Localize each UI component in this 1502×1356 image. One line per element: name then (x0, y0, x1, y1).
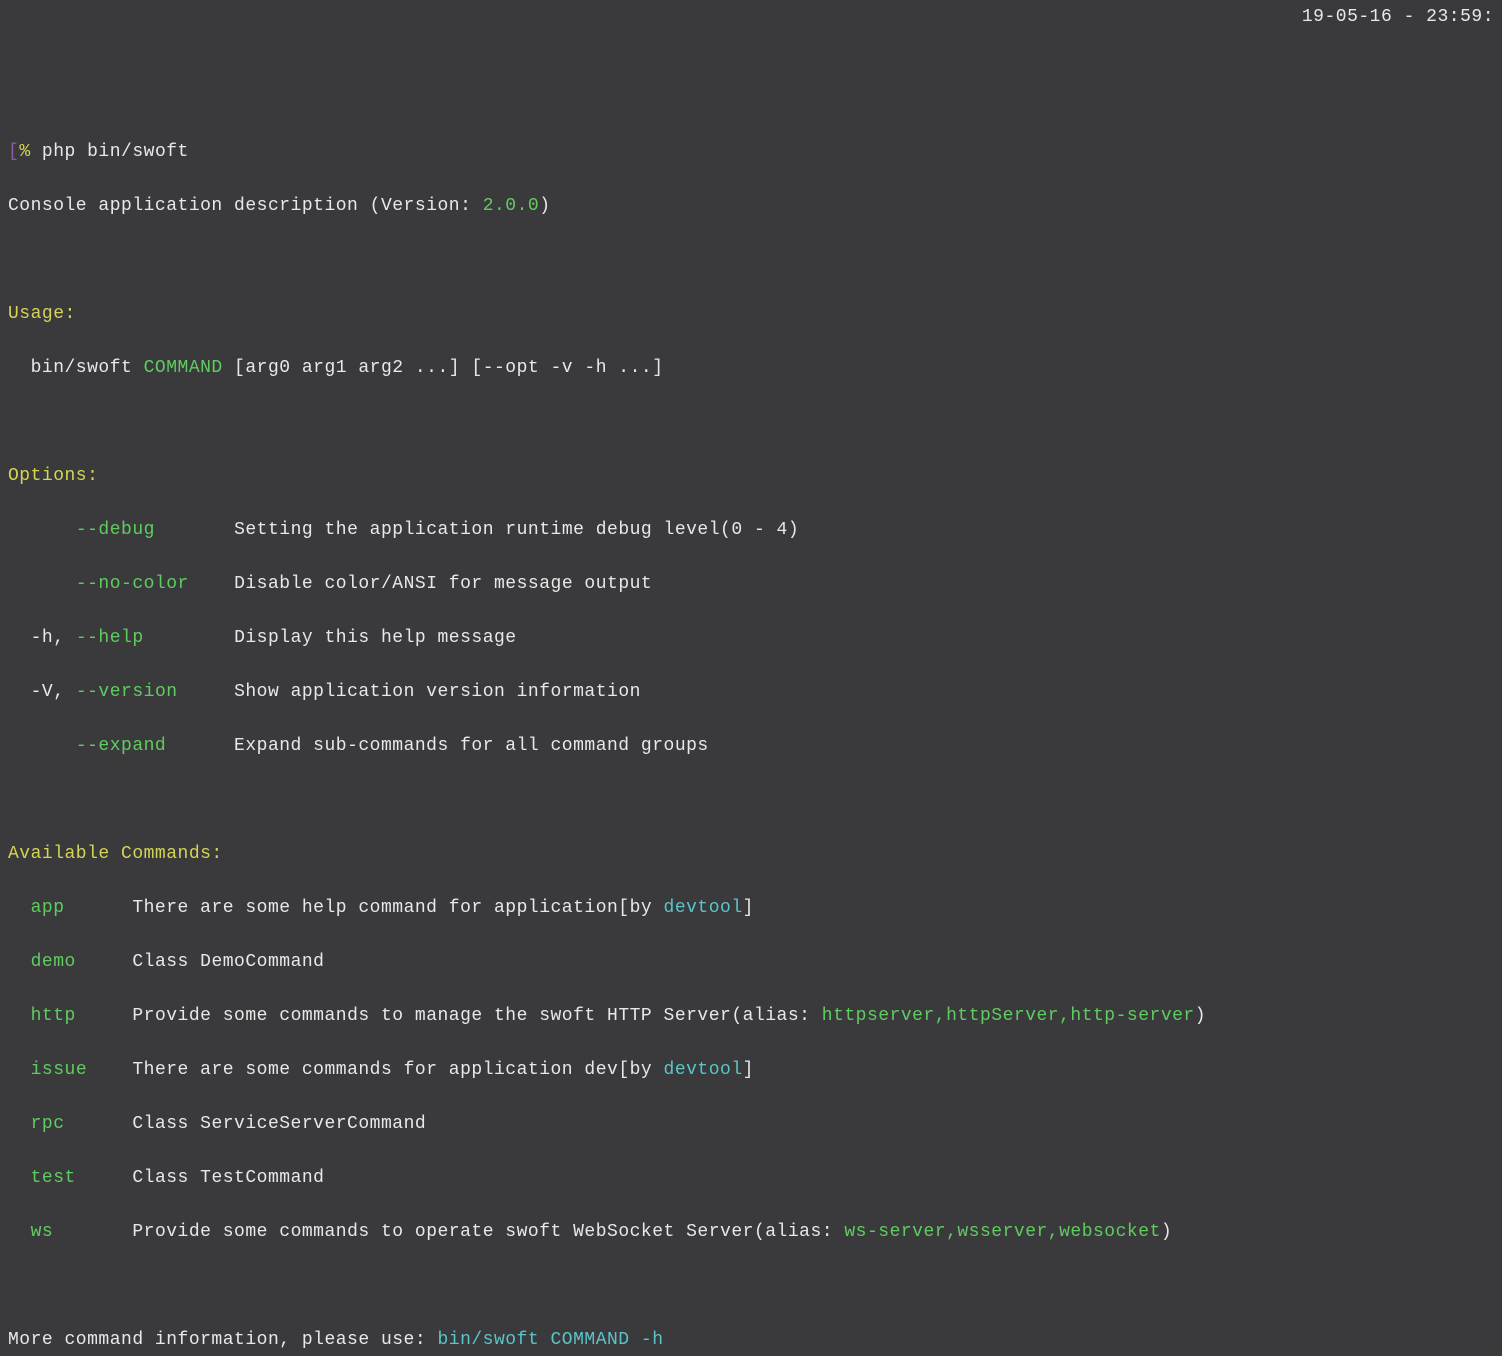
option-flag: --version (76, 682, 178, 702)
option-short: -h, (31, 628, 76, 648)
footer-hint: bin/swoft COMMAND -h (437, 1330, 663, 1350)
command-desc: There are some commands for application … (132, 1060, 663, 1080)
option-desc: Display this help message (234, 628, 517, 648)
prompt-line: [% php bin/swoft19-05-16 - 23:59: (8, 139, 1494, 166)
command-row: http Provide some commands to manage the… (8, 1003, 1494, 1030)
usage-heading: Usage: (8, 301, 1494, 328)
option-row: -V, --version Show application version i… (8, 679, 1494, 706)
prompt-percent: % (19, 142, 30, 162)
usage-command: COMMAND (144, 358, 223, 378)
command-after: ] (743, 1060, 754, 1080)
app-desc-suffix: ) (539, 196, 550, 216)
option-row: --debug Setting the application runtime … (8, 517, 1494, 544)
options-heading: Options: (8, 463, 1494, 490)
usage-args: [arg0 arg1 arg2 ...] [--opt -v -h ...] (223, 358, 664, 378)
option-flag: --help (76, 628, 144, 648)
footer-line: More command information, please use: bi… (8, 1327, 1494, 1354)
app-version: 2.0.0 (483, 196, 540, 216)
option-row: --expand Expand sub-commands for all com… (8, 733, 1494, 760)
command-row: issue There are some commands for applic… (8, 1057, 1494, 1084)
command-name: issue (31, 1060, 88, 1080)
usage-prefix: bin/swoft (8, 358, 144, 378)
blank-line (8, 787, 1494, 814)
command-desc: Provide some commands to manage the swof… (132, 1006, 821, 1026)
option-row: --no-color Disable color/ANSI for messag… (8, 571, 1494, 598)
prompt-bracket: [ (8, 142, 19, 162)
command-row: demo Class DemoCommand (8, 949, 1494, 976)
command-desc: Class DemoCommand (132, 952, 324, 972)
blank-line (8, 409, 1494, 436)
commands-heading: Available Commands: (8, 841, 1494, 868)
command-name: test (31, 1168, 76, 1188)
option-short: -V, (31, 682, 76, 702)
footer-prefix: More command information, please use: (8, 1330, 437, 1350)
command-alias-close: ) (1195, 1006, 1206, 1026)
command-row: rpc Class ServiceServerCommand (8, 1111, 1494, 1138)
option-desc: Show application version information (234, 682, 641, 702)
command-desc: Class TestCommand (132, 1168, 324, 1188)
usage-line: bin/swoft COMMAND [arg0 arg1 arg2 ...] [… (8, 355, 1494, 382)
command-desc: There are some help command for applicat… (132, 898, 663, 918)
command-row: app There are some help command for appl… (8, 895, 1494, 922)
option-flag: --expand (76, 736, 166, 756)
option-desc: Disable color/ANSI for message output (234, 574, 652, 594)
command-tag: devtool (664, 898, 743, 918)
command-name: demo (31, 952, 76, 972)
option-flag: --no-color (76, 574, 189, 594)
command-name: rpc (31, 1114, 65, 1134)
command-alias: ws-server,wsserver,websocket (844, 1222, 1160, 1242)
command-alias-close: ) (1161, 1222, 1172, 1242)
option-desc: Expand sub-commands for all command grou… (234, 736, 709, 756)
option-flag: --debug (76, 520, 155, 540)
blank-line (8, 1273, 1494, 1300)
command-name: ws (31, 1222, 54, 1242)
command-row: test Class TestCommand (8, 1165, 1494, 1192)
command-desc: Class ServiceServerCommand (132, 1114, 426, 1134)
command-desc: Provide some commands to operate swoft W… (132, 1222, 844, 1242)
prompt-command: php bin/swoft (31, 142, 189, 162)
option-desc: Setting the application runtime debug le… (234, 520, 799, 540)
app-desc-prefix: Console application description (Version… (8, 196, 483, 216)
app-description: Console application description (Version… (8, 193, 1494, 220)
command-alias: httpserver,httpServer,http-server (822, 1006, 1195, 1026)
command-tag: devtool (664, 1060, 743, 1080)
command-name: app (31, 898, 65, 918)
terminal-output: [% php bin/swoft19-05-16 - 23:59: Consol… (8, 112, 1494, 1356)
timestamp: 19-05-16 - 23:59: (1302, 4, 1494, 31)
option-row: -h, --help Display this help message (8, 625, 1494, 652)
command-row: ws Provide some commands to operate swof… (8, 1219, 1494, 1246)
command-name: http (31, 1006, 76, 1026)
blank-line (8, 247, 1494, 274)
command-after: ] (743, 898, 754, 918)
